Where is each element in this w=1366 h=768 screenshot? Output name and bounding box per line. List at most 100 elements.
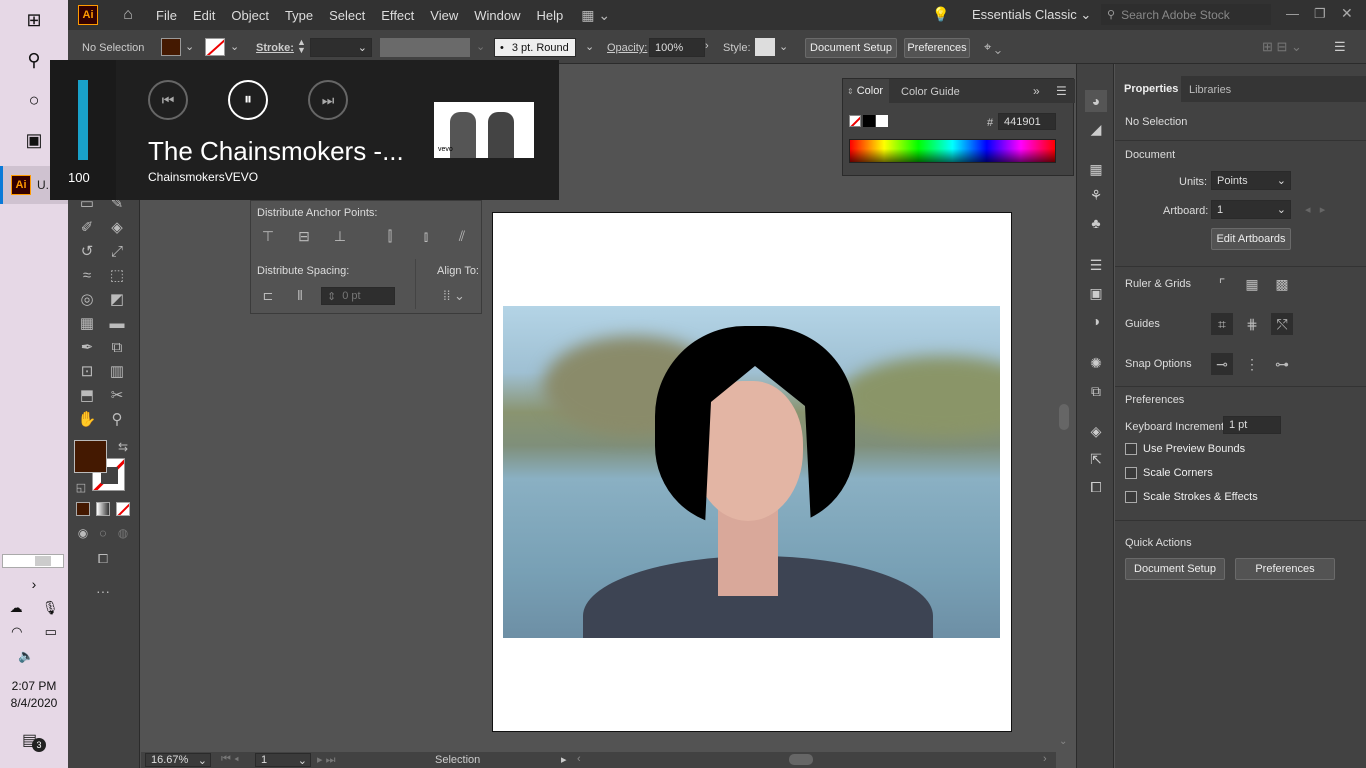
transparency-icon[interactable]: ◑ [1085, 310, 1107, 332]
document-setup-button[interactable]: Document Setup [1125, 558, 1225, 580]
chevron-down-icon[interactable]: ⌄ [779, 40, 788, 53]
keyboard-increment-input[interactable]: 1 pt [1223, 416, 1281, 434]
scroll-left-icon[interactable]: ‹ [577, 753, 581, 765]
stroke-weight-input[interactable]: ⌄ [310, 38, 372, 57]
snap-to-pixel-icon[interactable]: ⊶ [1271, 353, 1293, 375]
chevron-down-icon[interactable]: ⌄ [185, 40, 194, 53]
blend-tool-icon[interactable]: ⧉ [106, 336, 128, 358]
screen-mode-icon[interactable]: ⧠ [92, 548, 114, 570]
windows-start-icon[interactable]: ⊞ [0, 2, 68, 38]
draw-normal-icon[interactable]: ◉ [72, 522, 94, 544]
scale-strokes-checkbox[interactable]: Scale Strokes & Effects [1125, 491, 1258, 503]
document-setup-button[interactable]: Document Setup [805, 38, 897, 58]
width-tool-icon[interactable]: ≈ [76, 264, 98, 286]
tab-properties[interactable]: Properties [1115, 76, 1181, 102]
swatches-icon[interactable]: ▦ [1085, 158, 1107, 180]
menu-view[interactable]: View [422, 8, 466, 23]
graphic-styles-icon[interactable]: ⧉ [1085, 380, 1107, 402]
preferences-button[interactable]: Preferences [1235, 558, 1335, 580]
edit-artboards-button[interactable]: Edit Artboards [1211, 228, 1291, 250]
rulers-icon[interactable]: ⌜ [1211, 273, 1233, 295]
units-select[interactable]: Points ⌄ [1211, 171, 1291, 190]
panel-menu-icon[interactable]: ☰ [1334, 39, 1346, 55]
export-icon[interactable]: ⇱ [1085, 448, 1107, 470]
hand-tool-icon[interactable]: ✋ [76, 408, 98, 430]
panel-menu-icon[interactable]: ☰ [1056, 84, 1067, 98]
lightbulb-icon[interactable]: 💡 [932, 6, 949, 23]
stroke-swatch[interactable] [205, 38, 225, 56]
arrange-documents-icon[interactable]: ▦ ⌄ [581, 7, 610, 24]
free-transform-tool-icon[interactable]: ⬚ [106, 264, 128, 286]
slice-tool-icon[interactable]: ✂ [106, 384, 128, 406]
tab-color[interactable]: ⇕ Color [843, 79, 889, 103]
distribute-hcenter-icon[interactable]: ⫾ [415, 225, 437, 247]
shape-builder-tool-icon[interactable]: ◎ [76, 288, 98, 310]
menu-select[interactable]: Select [321, 8, 373, 23]
taskbar-clock[interactable]: 2:07 PM 8/4/2020 [0, 678, 68, 712]
variable-width-profile[interactable] [380, 38, 470, 57]
fill-color-box[interactable] [74, 440, 107, 473]
align-to-selection-icon[interactable]: ⁞⁞ ⌄ [443, 285, 465, 307]
close-button[interactable]: ✕ [1341, 5, 1353, 22]
properties-panel-icon[interactable]: ◕ [1085, 90, 1107, 112]
zoom-select[interactable]: 16.67% ⌄ [145, 753, 211, 767]
show-guides-icon[interactable]: ⌗ [1211, 313, 1233, 335]
scale-tool-icon[interactable]: ⤢ [106, 240, 128, 262]
hex-input[interactable]: 441901 [998, 113, 1056, 130]
gradient-tool-icon[interactable]: ▬ [106, 312, 128, 334]
artboard-select[interactable]: 1 ⌄ [1211, 200, 1291, 219]
menu-object[interactable]: Object [223, 8, 277, 23]
menu-file[interactable]: File [148, 8, 185, 23]
home-icon[interactable]: ⌂ [108, 6, 148, 24]
smart-guides-icon[interactable]: ⤲ [1271, 313, 1293, 335]
stroke-panel-icon[interactable]: ☰ [1085, 254, 1107, 276]
tab-color-guide[interactable]: Color Guide [901, 86, 960, 98]
use-preview-bounds-checkbox[interactable]: Use Preview Bounds [1125, 443, 1245, 455]
white-swatch[interactable] [876, 115, 888, 127]
tab-libraries[interactable]: Libraries [1189, 84, 1231, 96]
distribute-vcenter-icon[interactable]: ⊟ [293, 225, 315, 247]
distribute-bottom-icon[interactable]: ⊥ [329, 225, 351, 247]
brushes-icon[interactable]: ⚘ [1085, 184, 1107, 206]
preferences-button[interactable]: Preferences [904, 38, 970, 58]
appearance-icon[interactable]: ✺ [1085, 352, 1107, 374]
volume-icon[interactable]: 🔈 [0, 638, 68, 674]
graphic-style-swatch[interactable] [755, 38, 775, 56]
horizontal-distribute-space-icon[interactable]: ⫴ [289, 285, 311, 307]
color-spectrum[interactable] [849, 139, 1056, 163]
menu-effect[interactable]: Effect [373, 8, 422, 23]
distribute-left-icon[interactable]: ⫿ [379, 225, 401, 247]
distribute-top-icon[interactable]: ⊤ [257, 225, 279, 247]
column-graph-tool-icon[interactable]: ▥ [106, 360, 128, 382]
draw-inside-icon[interactable]: ◍ [112, 522, 134, 544]
symbols-icon[interactable]: ♣ [1085, 212, 1107, 234]
artboards-icon[interactable]: ⧠ [1085, 476, 1107, 498]
artboard-nav-prev-icons[interactable]: ⏮ ◂ [221, 753, 239, 766]
vertical-scrollbar-thumb[interactable] [1059, 404, 1069, 430]
gradient-panel-icon[interactable]: ▣ [1085, 282, 1107, 304]
shaper-tool-icon[interactable]: ✐ [76, 216, 98, 238]
search-input[interactable]: Search Adobe Stock [1121, 8, 1230, 22]
spacing-input[interactable]: ⇕ 0 pt [321, 287, 395, 305]
previous-track-button[interactable]: ⏮ [148, 80, 188, 120]
pause-button[interactable]: ⏸ [228, 80, 268, 120]
rotate-tool-icon[interactable]: ↺ [76, 240, 98, 262]
placed-portrait-image[interactable] [503, 306, 1000, 638]
artboard-number-select[interactable]: 1 ⌄ [255, 753, 311, 767]
symbol-sprayer-tool-icon[interactable]: ⊡ [76, 360, 98, 382]
horizontal-scrollbar-thumb[interactable] [789, 754, 813, 765]
color-mode-icon[interactable] [76, 502, 90, 516]
menu-type[interactable]: Type [277, 8, 321, 23]
artboard-nav-next-icons[interactable]: ▸ ⏭ [317, 753, 335, 767]
mesh-tool-icon[interactable]: ▦ [76, 312, 98, 334]
grid-icon[interactable]: ▦ [1241, 273, 1263, 295]
perspective-grid-tool-icon[interactable]: ◩ [106, 288, 128, 310]
restore-button[interactable]: ❐ [1314, 6, 1326, 22]
eraser-tool-icon[interactable]: ◈ [106, 216, 128, 238]
swap-colors-icon[interactable]: ⇆ [112, 436, 134, 458]
menu-help[interactable]: Help [528, 8, 571, 23]
zoom-tool-icon[interactable]: ⚲ [106, 408, 128, 430]
menu-window[interactable]: Window [466, 8, 528, 23]
minimize-button[interactable]: — [1286, 6, 1299, 21]
chevron-right-icon[interactable]: › [705, 40, 709, 52]
